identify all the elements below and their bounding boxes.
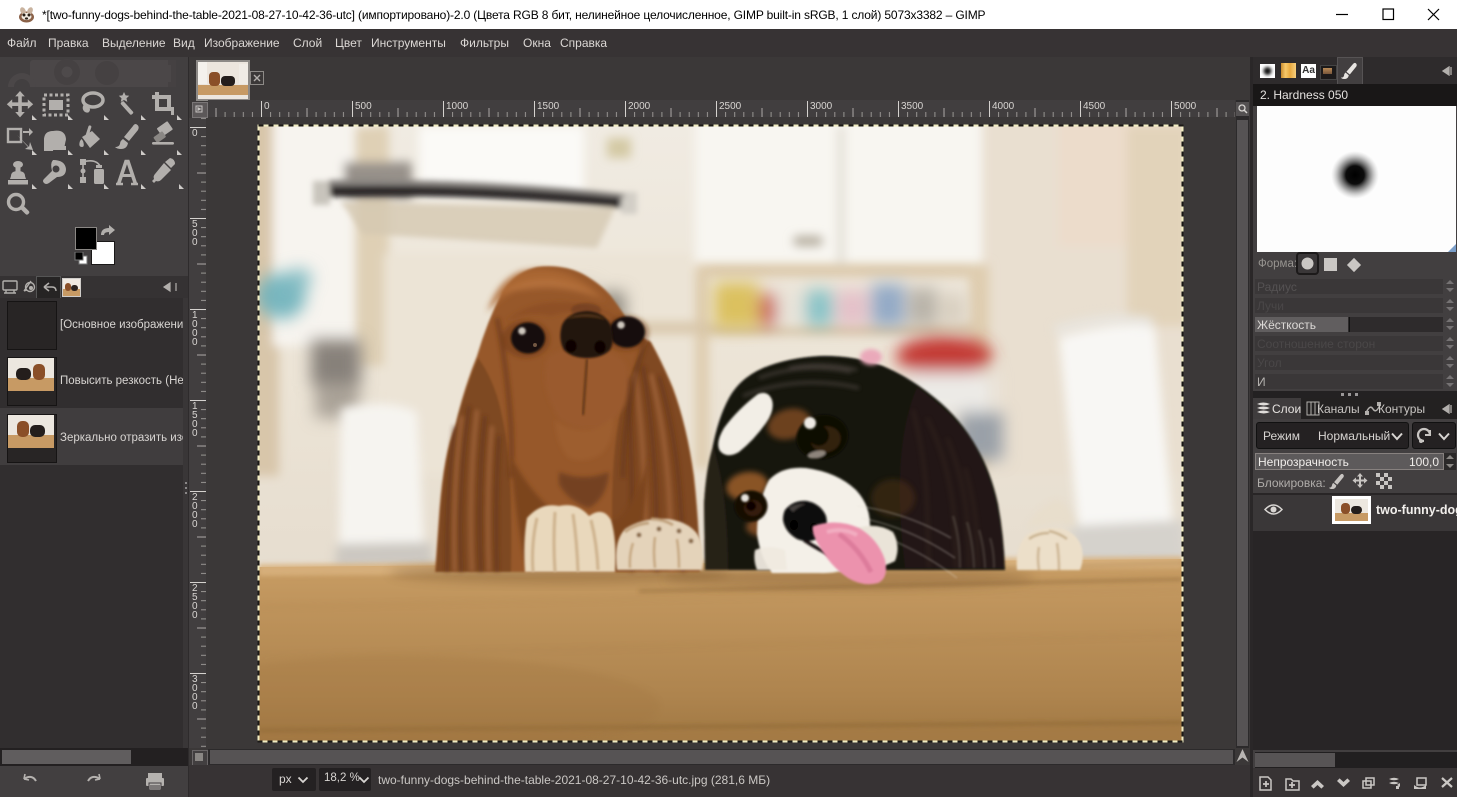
svg-text:3500: 3500 xyxy=(901,101,924,112)
svg-text:2500: 2500 xyxy=(719,101,742,112)
svg-text:4500: 4500 xyxy=(1083,101,1106,112)
svg-text:0: 0 xyxy=(192,237,198,248)
svg-text:3000: 3000 xyxy=(810,101,833,112)
svg-text:500: 500 xyxy=(355,101,372,112)
svg-text:5000: 5000 xyxy=(1174,101,1197,112)
svg-text:0: 0 xyxy=(192,519,198,530)
svg-text:2000: 2000 xyxy=(628,101,651,112)
svg-text:0: 0 xyxy=(192,610,198,621)
svg-text:4000: 4000 xyxy=(992,101,1015,112)
svg-text:0: 0 xyxy=(192,701,198,712)
svg-text:0: 0 xyxy=(192,128,198,139)
svg-text:1000: 1000 xyxy=(446,101,469,112)
svg-text:0: 0 xyxy=(192,428,198,439)
svg-text:0: 0 xyxy=(192,337,198,348)
svg-text:0: 0 xyxy=(264,101,270,112)
svg-text:1500: 1500 xyxy=(537,101,560,112)
